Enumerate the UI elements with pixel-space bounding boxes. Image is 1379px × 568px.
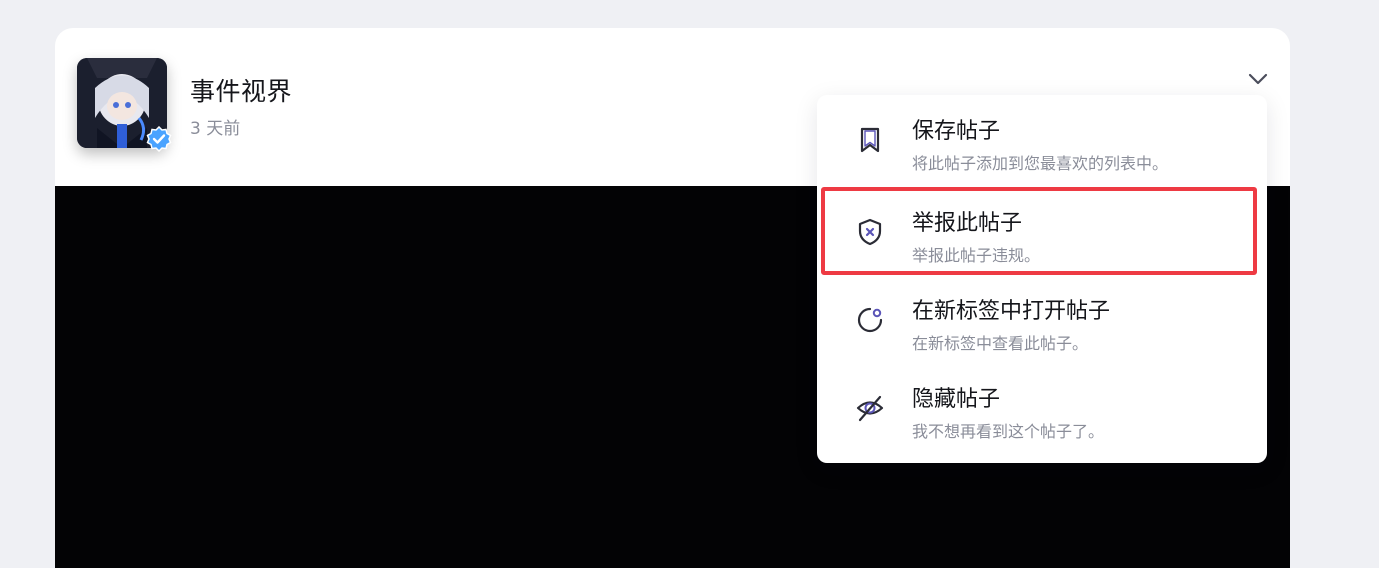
menu-item-save-post[interactable]: 保存帖子 将此帖子添加到您最喜欢的列表中。 (817, 95, 1267, 183)
menu-item-title: 隐藏帖子 (912, 387, 1001, 412)
menu-item-desc: 我不想再看到这个帖子了。 (912, 422, 1105, 441)
menu-item-desc: 举报此帖子违规。 (912, 246, 1041, 265)
chevron-down-icon[interactable] (1245, 66, 1271, 92)
menu-item-desc: 将此帖子添加到您最喜欢的列表中。 (912, 154, 1169, 173)
menu-item-open-new-tab[interactable]: 在新标签中打开帖子 在新标签中查看此帖子。 (817, 275, 1267, 363)
menu-item-report-post[interactable]: 举报此帖子 举报此帖子违规。 (817, 187, 1267, 275)
bookmark-icon (860, 127, 880, 153)
menu-item-hide-post[interactable]: 隐藏帖子 我不想再看到这个帖子了。 (817, 363, 1267, 451)
post-options-menu: 保存帖子 将此帖子添加到您最喜欢的列表中。 举报此帖子 举报此帖子违规。 在新标… (817, 95, 1267, 463)
menu-item-desc: 在新标签中查看此帖子。 (912, 334, 1089, 353)
eye-off-icon (856, 395, 884, 422)
post-timestamp: 3 天前 (190, 119, 241, 139)
open-tab-icon (857, 307, 883, 333)
verified-badge-icon (146, 126, 172, 152)
menu-item-title: 举报此帖子 (912, 211, 1023, 236)
menu-item-title: 在新标签中打开帖子 (912, 299, 1111, 324)
shield-x-icon (858, 218, 882, 246)
author-name[interactable]: 事件视界 (190, 72, 292, 108)
menu-item-title: 保存帖子 (912, 119, 1001, 144)
